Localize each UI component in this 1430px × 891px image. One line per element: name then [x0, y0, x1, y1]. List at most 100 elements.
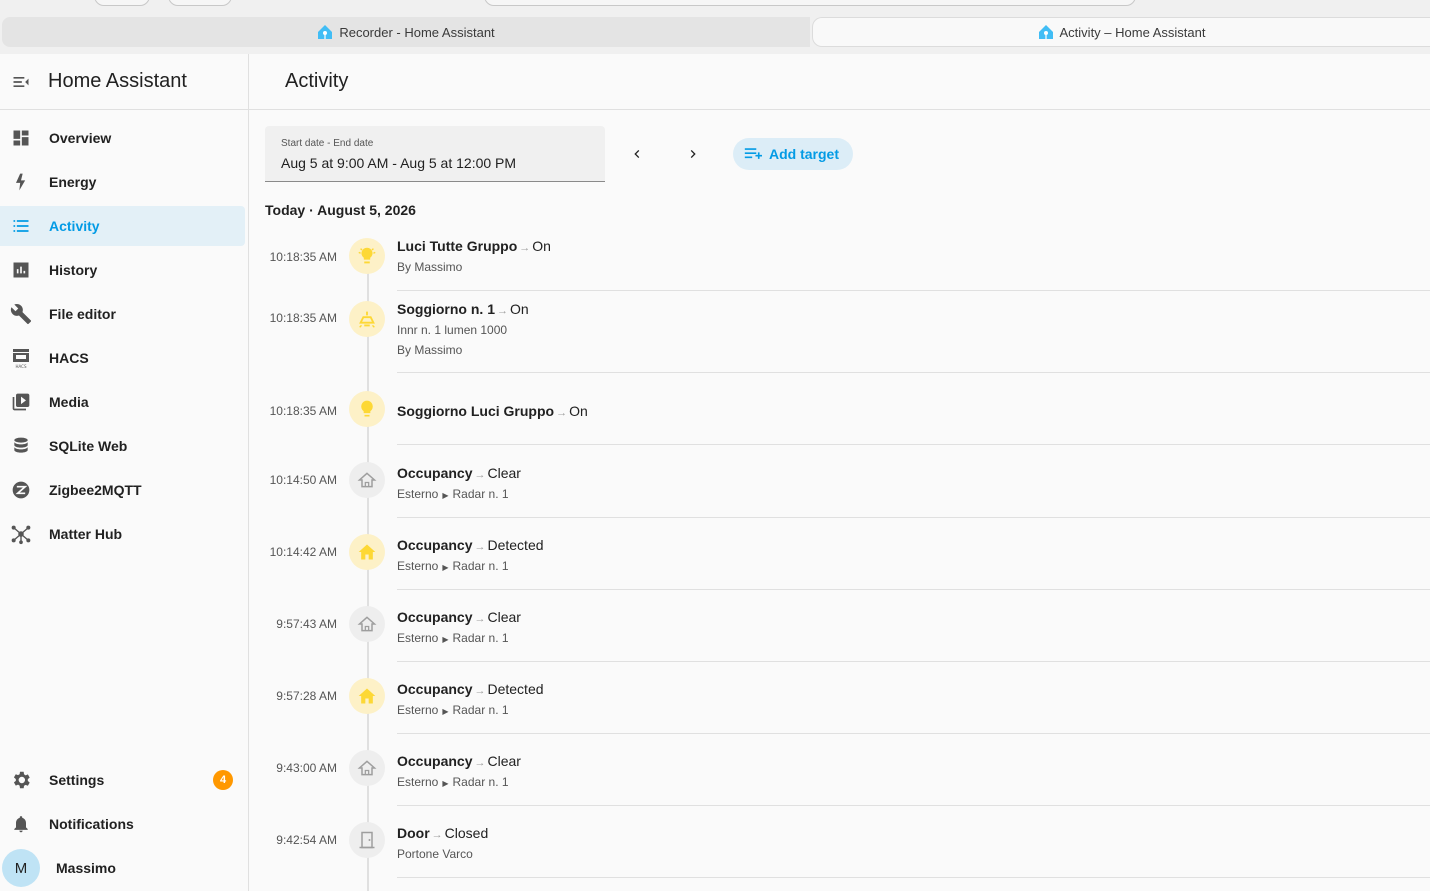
settings-badge: 4 — [213, 770, 233, 790]
sidebar-item-media[interactable]: Media — [0, 382, 245, 422]
day-heading: Today · August 5, 2026 — [265, 202, 416, 218]
area-name[interactable]: Esterno — [397, 631, 438, 645]
entity-state: Closed — [444, 825, 489, 841]
entity-name[interactable]: Occupancy — [397, 753, 472, 769]
sidebar-item-label: SQLite Web — [49, 438, 128, 454]
sidebar-item-overview[interactable]: Overview — [0, 118, 245, 158]
sidebar-item-label: Overview — [49, 130, 112, 146]
entity-name[interactable]: Luci Tutte Gruppo — [397, 238, 517, 254]
sidebar-header: Home Assistant — [0, 54, 248, 110]
entry-icon-badge — [349, 822, 385, 858]
menu-toggle-button[interactable] — [0, 54, 42, 110]
entity-state: On — [510, 301, 529, 317]
area-name[interactable]: Esterno — [397, 703, 438, 717]
wrench-icon — [10, 304, 32, 325]
entry-time: 10:18:35 AM — [269, 404, 337, 418]
browser-tab-activity[interactable]: Activity – Home Assistant — [812, 17, 1430, 47]
entry-icon-badge — [349, 534, 385, 570]
entry-time: 9:43:00 AM — [276, 761, 337, 775]
lightbulb-icon — [361, 400, 373, 417]
browser-address-bar[interactable] — [484, 0, 1136, 6]
browser-back-button[interactable] — [94, 0, 150, 6]
sidebar-item-energy[interactable]: Energy — [0, 162, 245, 202]
entity-state: Clear — [487, 753, 521, 769]
entry-context: By Massimo — [397, 343, 463, 357]
sidebar-item-label: HACS — [49, 350, 89, 366]
tab-title: Recorder - Home Assistant — [339, 24, 495, 40]
device-name[interactable]: Radar n. 1 — [453, 703, 509, 717]
area-name[interactable]: Esterno — [397, 559, 438, 573]
list-item[interactable]: 9:57:43 AM Occupancy → Clear Esterno ▶ Radar… — [265, 589, 1430, 662]
database-icon — [14, 437, 28, 453]
add-target-button[interactable]: Add target — [733, 138, 853, 170]
list-item[interactable]: 10:18:35 AM Soggiorno Luci Gruppo → On — [265, 373, 1430, 445]
sidebar-item-settings[interactable]: Settings 4 — [0, 760, 245, 800]
browser-forward-button[interactable] — [168, 0, 232, 6]
list-item[interactable]: 10:14:50 AM Occupancy → Clear Esterno ▶ Rada… — [265, 445, 1430, 518]
previous-range-button[interactable] — [623, 140, 651, 168]
dashboard-icon — [13, 130, 29, 146]
browser-tab-recorder[interactable]: Recorder - Home Assistant — [2, 17, 810, 47]
next-range-button[interactable] — [679, 140, 707, 168]
entry-content: Occupancy → Clear Esterno ▶ Radar n. 1 — [397, 609, 521, 645]
entity-name[interactable]: Occupancy — [397, 465, 472, 481]
list-item[interactable]: 9:57:28 AM Occupancy → Detected Esterno ▶ Ra… — [265, 661, 1430, 734]
add-target-label: Add target — [769, 146, 839, 162]
entry-time: 9:42:54 AM — [276, 833, 337, 847]
home-assistant-logo-icon — [1038, 25, 1053, 39]
entity-name[interactable]: Occupancy — [397, 681, 472, 697]
device-name[interactable]: Radar n. 1 — [453, 559, 509, 573]
list-item[interactable]: 10:18:35 AM Soggiorno n. 1 → On Innr n. 1 … — [265, 291, 1430, 373]
entity-name[interactable]: Soggiorno Luci Gruppo — [397, 403, 554, 419]
sidebar-item-history[interactable]: History — [0, 250, 245, 290]
entry-content: Soggiorno n. 1 → On Innr n. 1 lumen 1000 B… — [397, 301, 529, 357]
avatar: M — [2, 849, 40, 887]
arrow-right-icon: → — [474, 613, 486, 625]
caret-right-icon: ▶ — [442, 563, 449, 572]
sidebar-item-file-editor[interactable]: File editor — [0, 294, 245, 334]
arrow-right-icon: → — [474, 685, 486, 697]
sidebar-item-hacs[interactable]: HACS HACS — [0, 338, 245, 378]
menu-open-icon — [13, 76, 29, 87]
caret-right-icon: ▶ — [442, 491, 449, 500]
home-assistant-logo-icon — [318, 25, 333, 39]
sidebar-item-user[interactable]: M Massimo — [0, 848, 245, 888]
entry-time: 10:18:35 AM — [269, 250, 337, 264]
entity-name[interactable]: Door — [397, 825, 430, 841]
device-name[interactable]: Radar n. 1 — [453, 487, 509, 501]
list-item[interactable]: 9:43:00 AM Occupancy → Clear Esterno ▶ Radar… — [265, 733, 1430, 806]
entity-name[interactable]: Soggiorno n. 1 — [397, 301, 495, 317]
date-range-label: Start date - End date — [281, 138, 374, 149]
list-item[interactable]: 10:14:42 AM Occupancy → Detected Esterno ▶ R… — [265, 517, 1430, 590]
list-item[interactable]: 9:42:54 AM Door → Closed Portone Varco — [265, 805, 1430, 878]
gear-icon — [13, 771, 30, 789]
device-name[interactable]: Radar n. 1 — [453, 631, 509, 645]
home-icon — [358, 688, 376, 704]
sidebar-item-label: Zigbee2MQTT — [49, 482, 142, 498]
sidebar-item-label: File editor — [49, 306, 116, 322]
entry-time: 9:57:43 AM — [276, 617, 337, 631]
device-name[interactable]: Radar n. 1 — [453, 775, 509, 789]
entry-icon-badge — [349, 391, 385, 427]
sidebar-item-zigbee2mqtt[interactable]: Zigbee2MQTT — [0, 470, 245, 510]
entry-icon-badge — [349, 678, 385, 714]
media-icon — [12, 393, 30, 411]
date-range-picker[interactable]: Start date - End date Aug 5 at 9:00 AM -… — [265, 126, 605, 182]
arrow-right-icon: → — [474, 757, 486, 769]
entry-icon-badge — [349, 238, 385, 274]
door-icon — [359, 831, 375, 849]
sidebar-item-activity[interactable]: Activity — [0, 206, 245, 246]
arrow-right-icon: → — [474, 469, 486, 481]
sidebar-item-matter-hub[interactable]: Matter Hub — [0, 514, 245, 554]
entity-name[interactable]: Occupancy — [397, 609, 472, 625]
entity-name[interactable]: Occupancy — [397, 537, 472, 553]
list-item[interactable]: 10:18:35 AM Luci Tutte Gruppo → On By Mass… — [265, 224, 1430, 291]
entry-time: 10:18:35 AM — [269, 311, 337, 325]
arrow-right-icon: → — [556, 407, 568, 419]
sidebar-item-sqlite-web[interactable]: SQLite Web — [0, 426, 245, 466]
sidebar-item-notifications[interactable]: Notifications — [0, 804, 245, 844]
area-name[interactable]: Esterno — [397, 775, 438, 789]
area-name[interactable]: Esterno — [397, 487, 438, 501]
zigbee-icon — [12, 481, 30, 499]
caret-right-icon: ▶ — [442, 707, 449, 716]
